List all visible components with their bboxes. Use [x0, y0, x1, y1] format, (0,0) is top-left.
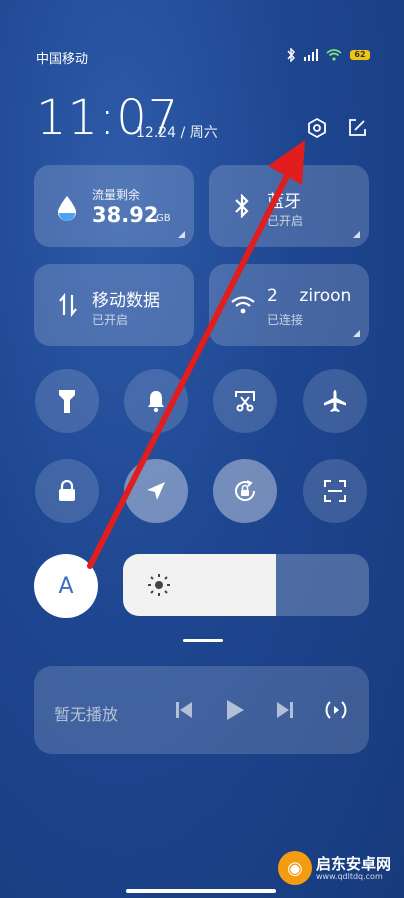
wifi-status: 已连接 [267, 313, 304, 327]
watermark: ◉ 启东安卓网 www.qdltdq.com [278, 844, 398, 892]
screenshot-toggle[interactable] [213, 369, 277, 433]
brightness-slider[interactable] [123, 554, 369, 616]
location-toggle[interactable] [124, 459, 188, 523]
data-usage-unit: GB [156, 213, 171, 224]
rotation-lock-icon [232, 478, 258, 504]
mobile-data-tile[interactable]: 移动数据 已开启 [34, 264, 194, 346]
airplane-mode-toggle[interactable] [303, 369, 367, 433]
wifi-icon [231, 295, 255, 315]
expand-corner-icon [353, 330, 360, 337]
mobile-data-title: 移动数据 [92, 291, 160, 311]
status-icons: 62 [286, 48, 370, 62]
airplane-icon [322, 388, 348, 414]
wifi-network-name: 2 ziroon [267, 286, 352, 306]
lock-icon [57, 480, 77, 502]
bluetooth-title: 蓝牙 [267, 192, 301, 212]
expand-corner-icon [353, 231, 360, 238]
status-bar: 中国移动 62 [36, 48, 370, 68]
location-arrow-icon [145, 480, 167, 502]
audio-output-icon[interactable] [324, 698, 348, 722]
font-size-label: A [58, 573, 74, 599]
home-indicator[interactable] [126, 889, 276, 893]
data-usage-value: 38.92 [92, 203, 159, 227]
clock-date: 12.24 / 周六 [136, 125, 218, 141]
watermark-url: www.qdltdq.com [316, 871, 383, 881]
data-usage-tile[interactable]: 流量剩余 38.92 GB [34, 165, 194, 247]
wifi-tile[interactable]: 2 ziroon 已连接 [209, 264, 369, 346]
bell-icon [146, 389, 166, 413]
carrier-name: 中国移动 [36, 52, 89, 67]
watermark-name: 启东安卓网 [316, 854, 392, 873]
bluetooth-status-icon [286, 48, 296, 62]
edit-icon[interactable] [346, 117, 368, 139]
flashlight-icon [58, 388, 76, 414]
battery-icon: 62 [350, 50, 370, 60]
next-track-icon[interactable] [276, 701, 294, 719]
brightness-fill [123, 554, 276, 616]
water-drop-icon [56, 195, 78, 221]
watermark-logo-icon: ◉ [278, 851, 312, 885]
expand-corner-icon [178, 231, 185, 238]
wifi-status-icon [326, 49, 342, 61]
mobile-data-status: 已开启 [92, 313, 129, 327]
scan-icon [323, 479, 347, 503]
settings-gear-icon[interactable] [306, 117, 328, 139]
font-size-button[interactable]: A [34, 554, 98, 618]
ring-mode-toggle[interactable] [124, 369, 188, 433]
media-player-card[interactable]: 暂无播放 [34, 666, 369, 754]
bluetooth-status: 已开启 [267, 214, 304, 228]
data-usage-title: 流量剩余 [92, 188, 141, 202]
screenshot-icon [233, 389, 257, 413]
previous-track-icon[interactable] [175, 701, 193, 719]
panel-handle[interactable] [183, 639, 223, 642]
lock-screen-toggle[interactable] [35, 459, 99, 523]
play-icon[interactable] [225, 699, 245, 721]
scan-toggle[interactable] [303, 459, 367, 523]
bluetooth-icon [233, 194, 251, 218]
bluetooth-tile[interactable]: 蓝牙 已开启 [209, 165, 369, 247]
flashlight-toggle[interactable] [35, 369, 99, 433]
mobile-data-icon [58, 293, 78, 317]
media-status-text: 暂无播放 [54, 705, 119, 724]
signal-icon [304, 49, 318, 61]
rotation-lock-toggle[interactable] [213, 459, 277, 523]
brightness-sun-icon [147, 573, 171, 597]
